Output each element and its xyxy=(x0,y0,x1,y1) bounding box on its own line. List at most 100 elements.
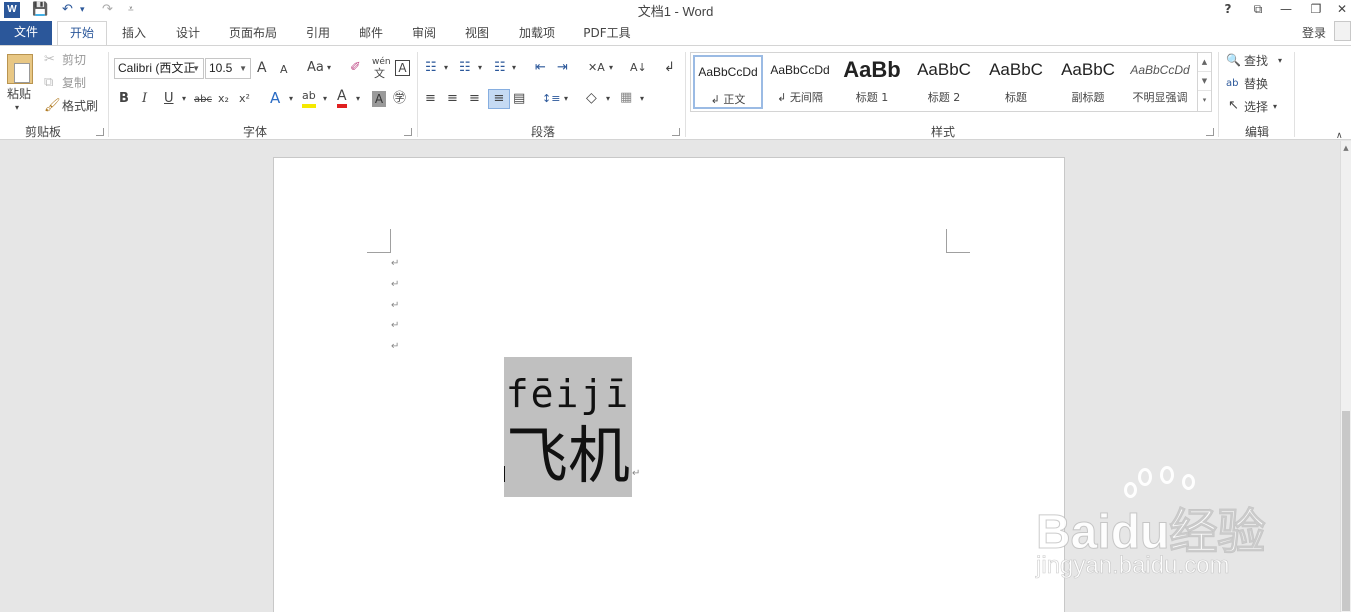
style-subtitle[interactable]: AaBbC 副标题 xyxy=(1053,55,1123,109)
document-page[interactable] xyxy=(273,157,1065,612)
copy-button[interactable]: 复制 xyxy=(62,75,86,91)
tab-insert[interactable]: 插入 xyxy=(112,23,156,45)
restore-icon[interactable]: ❐ xyxy=(1302,0,1330,20)
chevron-down-icon[interactable]: ▾ xyxy=(356,91,360,107)
chevron-down-icon[interactable]: ▾ xyxy=(606,91,610,107)
help-icon[interactable]: ? xyxy=(1214,0,1242,20)
chevron-down-icon[interactable]: ▾ xyxy=(640,91,644,107)
numbering-icon[interactable]: ☷ xyxy=(459,60,471,76)
chinese-layout-icon[interactable]: ✕A xyxy=(588,60,605,76)
chevron-down-icon[interactable]: ▾ xyxy=(512,60,516,76)
tab-file[interactable]: 文件 xyxy=(0,21,52,45)
line-spacing-icon[interactable]: ↕≡ xyxy=(542,91,560,107)
font-color-icon[interactable]: A xyxy=(337,88,347,108)
close-icon[interactable]: ✕ xyxy=(1328,0,1351,20)
style-subtle-emphasis[interactable]: AaBbCcDd 不明显强调 xyxy=(1125,55,1195,109)
scroll-thumb[interactable] xyxy=(1342,411,1350,611)
text-effects-icon[interactable]: A xyxy=(270,90,280,106)
bullets-icon[interactable]: ☷ xyxy=(425,60,437,76)
chevron-down-icon[interactable]: ▾ xyxy=(1278,53,1282,69)
tab-home[interactable]: 开始 xyxy=(57,21,107,45)
style-normal[interactable]: AaBbCcDd ↲ 正文 xyxy=(693,55,763,109)
align-right-icon[interactable]: ≡ xyxy=(469,91,480,107)
find-button[interactable]: 查找 xyxy=(1244,53,1268,69)
chinese-text[interactable]: 飞机 xyxy=(504,420,632,492)
chevron-down-icon[interactable]: ▾ xyxy=(289,91,293,107)
chevron-down-icon[interactable]: ▾ xyxy=(564,91,568,107)
increase-indent-icon[interactable]: ⇥ xyxy=(557,60,568,76)
change-case-icon[interactable]: Aa xyxy=(307,60,324,76)
tab-review[interactable]: 审阅 xyxy=(402,23,446,45)
scroll-up-icon[interactable]: ▲ xyxy=(1341,141,1351,155)
select-button[interactable]: 选择 xyxy=(1244,99,1268,115)
multilevel-list-icon[interactable]: ☷ xyxy=(494,60,506,76)
shading-icon[interactable]: ◇ xyxy=(586,90,597,106)
subscript-icon[interactable]: x₂ xyxy=(218,91,229,107)
chevron-down-icon[interactable]: ▾ xyxy=(327,60,331,76)
distributed-icon[interactable]: ▤ xyxy=(513,91,525,107)
format-painter-button[interactable]: 格式刷 xyxy=(62,98,98,114)
chevron-down-icon[interactable]: ▾ xyxy=(478,60,482,76)
bold-icon[interactable]: B xyxy=(119,91,129,107)
style-heading-1[interactable]: AaBb 标题 1 xyxy=(837,55,907,109)
pinyin-guide-text[interactable]: fēijī xyxy=(504,372,632,416)
chevron-down-icon[interactable]: ▼ xyxy=(1198,72,1211,91)
tab-design[interactable]: 设计 xyxy=(166,23,210,45)
vertical-scrollbar[interactable]: ▲ xyxy=(1340,141,1351,612)
chevron-down-icon[interactable]: ▾ xyxy=(1273,99,1277,115)
style-no-spacing[interactable]: AaBbCcDd ↲ 无间隔 xyxy=(765,55,835,109)
cut-button[interactable]: 剪切 xyxy=(62,52,86,68)
underline-icon[interactable]: U xyxy=(164,91,174,107)
tab-view[interactable]: 视图 xyxy=(455,23,499,45)
paste-icon[interactable] xyxy=(7,54,33,84)
decrease-indent-icon[interactable]: ⇤ xyxy=(535,60,546,76)
enclose-characters-icon[interactable]: ㊫ xyxy=(393,91,406,107)
ribbon-display-options-icon[interactable]: ⧉ xyxy=(1244,0,1272,20)
replace-button[interactable]: 替换 xyxy=(1244,76,1268,92)
show-paragraph-marks-icon[interactable]: ↲ xyxy=(664,60,675,76)
paragraph-launcher-icon[interactable] xyxy=(672,128,680,136)
clipboard-launcher-icon[interactable] xyxy=(96,128,104,136)
style-title[interactable]: AaBbC 标题 xyxy=(981,55,1051,109)
format-painter-icon: 🖌 xyxy=(44,98,61,113)
align-center-icon[interactable]: ≡ xyxy=(447,91,458,107)
phonetic-guide-icon[interactable]: 文 xyxy=(374,66,385,82)
avatar[interactable] xyxy=(1334,21,1351,41)
chevron-down-icon[interactable]: ▾ xyxy=(182,91,186,107)
styles-launcher-icon[interactable] xyxy=(1206,128,1214,136)
ribbon-tabs: 文件 开始 插入 设计 页面布局 引用 邮件 审阅 视图 加载项 PDF工具 登… xyxy=(0,20,1351,45)
grow-font-icon[interactable]: A xyxy=(257,60,267,76)
tab-addins[interactable]: 加载项 xyxy=(512,23,562,45)
highlight-icon[interactable]: ab xyxy=(302,88,316,108)
italic-icon[interactable]: I xyxy=(142,91,147,107)
sort-icon[interactable]: A↓ xyxy=(630,60,647,76)
chevron-down-icon[interactable]: ▾ xyxy=(323,91,327,107)
paragraph-group-label: 段落 xyxy=(530,125,555,139)
login-link[interactable]: 登录 xyxy=(1302,24,1326,41)
character-shading-icon[interactable]: A xyxy=(372,91,386,107)
font-launcher-icon[interactable] xyxy=(404,128,412,136)
paste-dropdown-icon[interactable]: ▾ xyxy=(15,100,19,116)
chevron-up-icon[interactable]: ▲ xyxy=(1198,53,1211,72)
tab-references[interactable]: 引用 xyxy=(296,23,340,45)
character-border-icon[interactable]: A xyxy=(395,60,410,76)
align-left-icon[interactable]: ≡ xyxy=(425,91,436,107)
chevron-down-icon[interactable]: ▾ xyxy=(444,60,448,76)
divider xyxy=(685,52,686,137)
strikethrough-icon[interactable]: abc xyxy=(194,92,212,108)
font-size-combo[interactable]: 10.5 ▼ xyxy=(205,58,251,79)
chevron-down-icon[interactable]: ▾ xyxy=(609,60,613,76)
more-styles-icon[interactable]: ▾ xyxy=(1198,91,1211,110)
tab-pdf-tools[interactable]: PDF工具 xyxy=(576,23,638,45)
shrink-font-icon[interactable]: A xyxy=(280,62,288,78)
window-title: 文档1 - Word xyxy=(637,4,714,19)
tab-mailings[interactable]: 邮件 xyxy=(349,23,393,45)
borders-icon[interactable]: ▦ xyxy=(620,90,632,106)
superscript-icon[interactable]: x² xyxy=(239,91,250,107)
style-heading-2[interactable]: AaBbC 标题 2 xyxy=(909,55,979,109)
minimize-icon[interactable]: — xyxy=(1272,0,1300,20)
justify-icon[interactable]: ≡ xyxy=(488,89,510,109)
font-name-combo[interactable]: Calibri (西文正 ▼ xyxy=(114,58,204,79)
clear-formatting-icon[interactable]: ✐ xyxy=(350,60,361,76)
tab-page-layout[interactable]: 页面布局 xyxy=(222,23,284,45)
